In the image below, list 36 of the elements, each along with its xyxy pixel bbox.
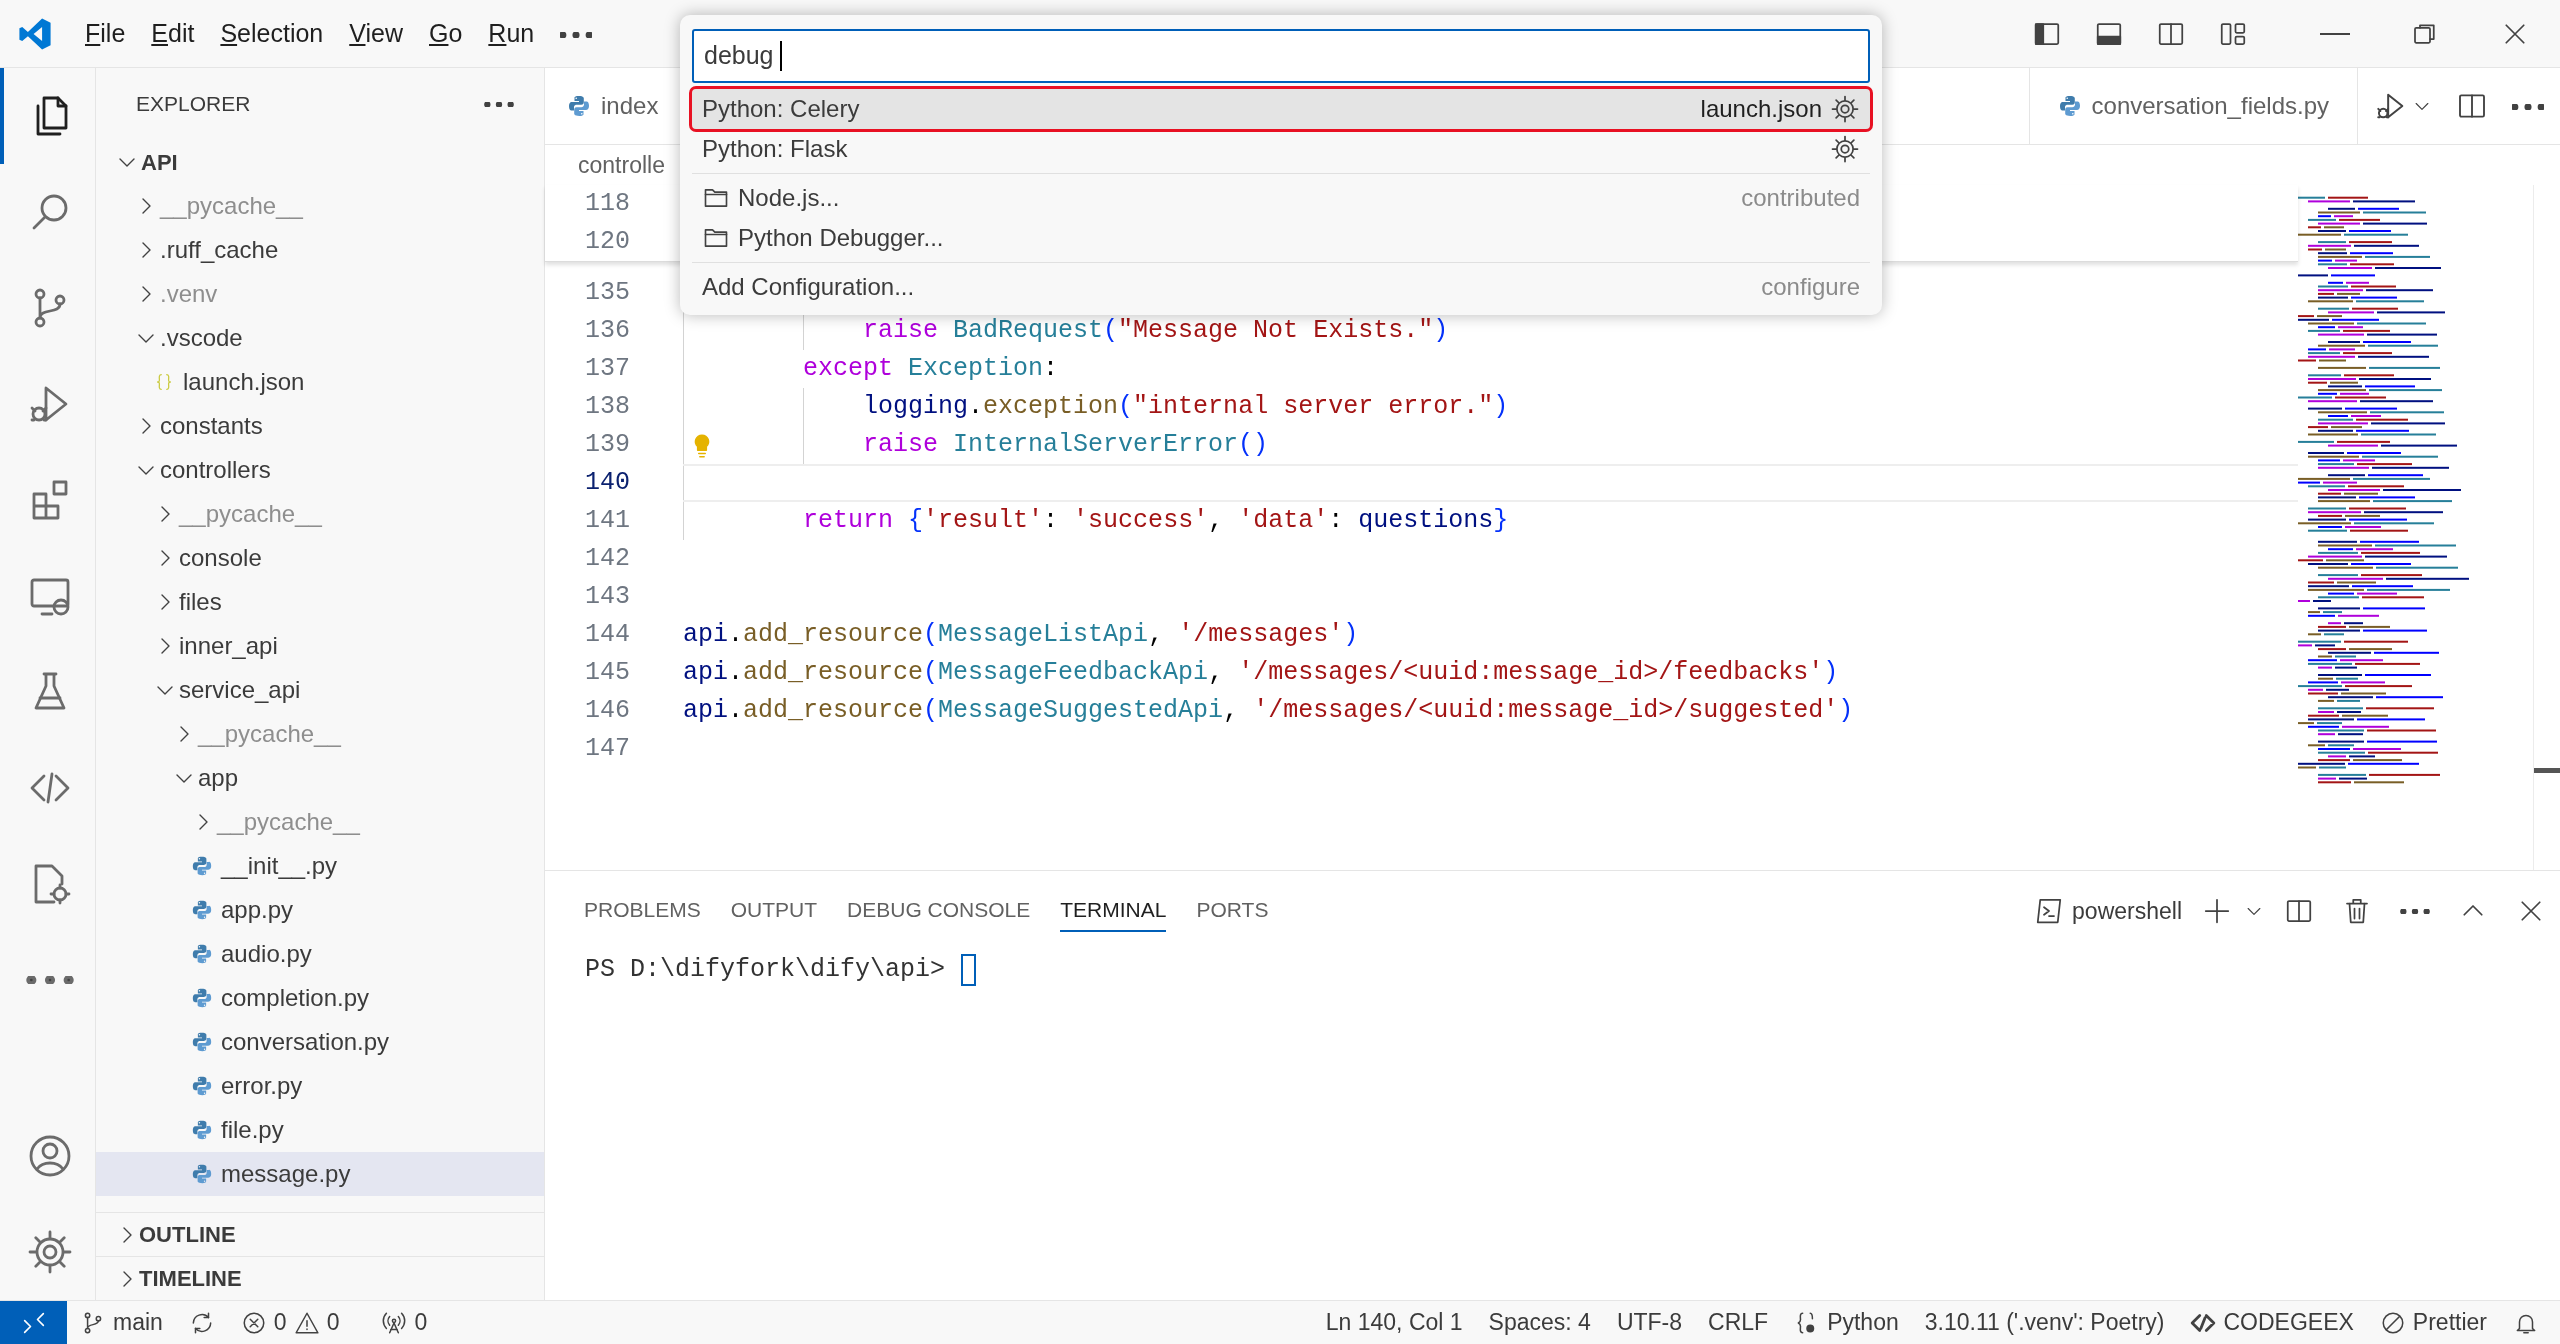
line-number: 146 — [584, 695, 630, 728]
code-line: logging.exception("internal server error.") — [683, 388, 2298, 426]
code-line: except Exception: — [683, 350, 2298, 388]
line-number: 136 — [584, 315, 630, 348]
item-label: Add Configuration... — [702, 272, 915, 302]
item-detail: launch.json — [1700, 94, 1822, 124]
line-number: 137 — [584, 353, 630, 386]
code-line: raise InternalServerError() — [683, 426, 2298, 464]
line-number: 118 — [584, 188, 630, 221]
line-number: 144 — [584, 619, 630, 652]
warning-count: 0 — [326, 1308, 340, 1338]
line-number: 143 — [584, 581, 630, 614]
sidebar-title: EXPLORER — [136, 91, 251, 118]
item-label: Python Debugger... — [738, 223, 944, 253]
line-number: 138 — [584, 391, 630, 424]
search-value: debug — [704, 40, 774, 72]
code-line: return {'result': 'success', 'data': questions} — [683, 502, 2298, 540]
item-label: Python: Flask — [702, 134, 848, 164]
line-number: 140 — [584, 467, 630, 500]
item-label: Python: Celery — [702, 94, 860, 124]
line-number: 120 — [584, 226, 630, 259]
code-line: api.add_resource(MessageFeedbackApi, '/messages/<uuid:message_id>/feedbacks') — [683, 657, 1840, 689]
code-line: api.add_resource(MessageSuggestedApi, '/messages/<uuid:message_id>/suggested') — [683, 695, 1855, 727]
line-number: 141 — [584, 505, 630, 538]
terminal-prompt: PS D:\difyfork\dify\api> — [585, 954, 946, 986]
line-number: 142 — [584, 543, 630, 576]
item-detail: contributed — [1741, 183, 1860, 213]
code-line: raise BadRequest("Message Not Exists.") — [683, 312, 2298, 350]
error-count: 0 — [273, 1308, 287, 1338]
line-number: 135 — [584, 277, 630, 310]
line-number: 145 — [584, 657, 630, 690]
line-number: 139 — [584, 429, 630, 462]
line-number: 147 — [584, 733, 630, 766]
item-detail: configure — [1761, 272, 1860, 302]
item-label: Node.js... — [738, 183, 840, 213]
code-line: api.add_resource(MessageListApi, '/messages') — [683, 619, 1360, 651]
